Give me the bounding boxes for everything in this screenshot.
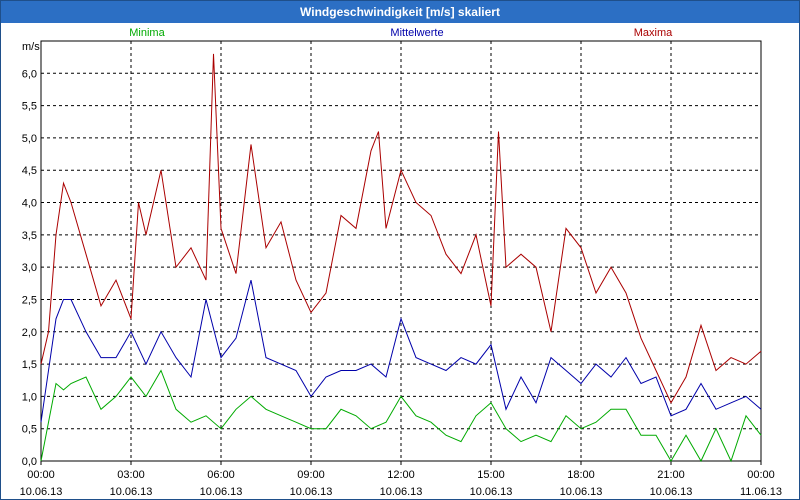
- x-tick-date: 10.06.13: [650, 486, 693, 498]
- grid: [40, 40, 762, 465]
- x-tick-time: 03:00: [117, 469, 145, 481]
- x-tick-date: 10.06.13: [200, 486, 243, 498]
- x-tick-time: 00:00: [27, 469, 55, 481]
- x-tick-time: 18:00: [567, 469, 595, 481]
- y-tick-label: 3,5: [22, 230, 37, 242]
- legend-maxima: Maxima: [634, 27, 673, 39]
- x-tick-time: 21:00: [657, 469, 685, 481]
- y-tick-label: 0,0: [22, 456, 37, 468]
- x-tick-time: 12:00: [387, 469, 415, 481]
- y-tick-label: 2,5: [22, 294, 37, 306]
- y-tick-label: 6,0: [22, 68, 37, 80]
- y-tick-label: 4,0: [22, 198, 37, 210]
- x-tick-date: 10.06.13: [560, 486, 603, 498]
- y-tick-label: 2,0: [22, 327, 37, 339]
- x-tick-date: 10.06.13: [380, 486, 423, 498]
- x-tick-time: 06:00: [207, 469, 235, 481]
- x-tick-date: 10.06.13: [470, 486, 513, 498]
- x-tick-date: 11.06.13: [740, 486, 782, 498]
- y-tick-label: 5,5: [22, 101, 37, 113]
- legend: Minima Mittelwerte Maxima: [129, 27, 673, 39]
- chart-window: Windgeschwindigkeit [m/s] skaliert 0,0 0,…: [0, 0, 800, 500]
- x-tick-time: 00:00: [747, 469, 775, 481]
- x-tick-date: 10.06.13: [20, 486, 63, 498]
- x-tick-date: 10.06.13: [290, 486, 333, 498]
- legend-minima: Minima: [129, 27, 165, 39]
- y-axis-label: m/s: [22, 41, 40, 53]
- y-tick-label: 4,5: [22, 165, 37, 177]
- y-tick-label: 3,0: [22, 262, 37, 274]
- x-tick-date: 10.06.13: [110, 486, 153, 498]
- y-axis-ticks: 0,0 0,5 1,0 1,5 2,0 2,5 3,0 3,5 4,0 4,5 5,0 5,5 6,0: [22, 68, 37, 468]
- x-tick-time: 09:00: [297, 469, 325, 481]
- x-tick-time: 15:00: [477, 469, 505, 481]
- y-tick-label: 0,5: [22, 424, 37, 436]
- y-tick-label: 5,0: [22, 133, 37, 145]
- y-tick-label: 1,0: [22, 391, 37, 403]
- line-chart: 0,00,51,01,52,02,53,03,54,04,55,05,56,0 …: [20, 27, 782, 498]
- x-axis-ticks: 00:00 10.06.13 03:00 10.06.13 06:00 10.06.13 0…: [20, 469, 782, 498]
- legend-mittelwerte: Mittelwerte: [390, 27, 443, 39]
- y-tick-label: 1,5: [22, 359, 37, 371]
